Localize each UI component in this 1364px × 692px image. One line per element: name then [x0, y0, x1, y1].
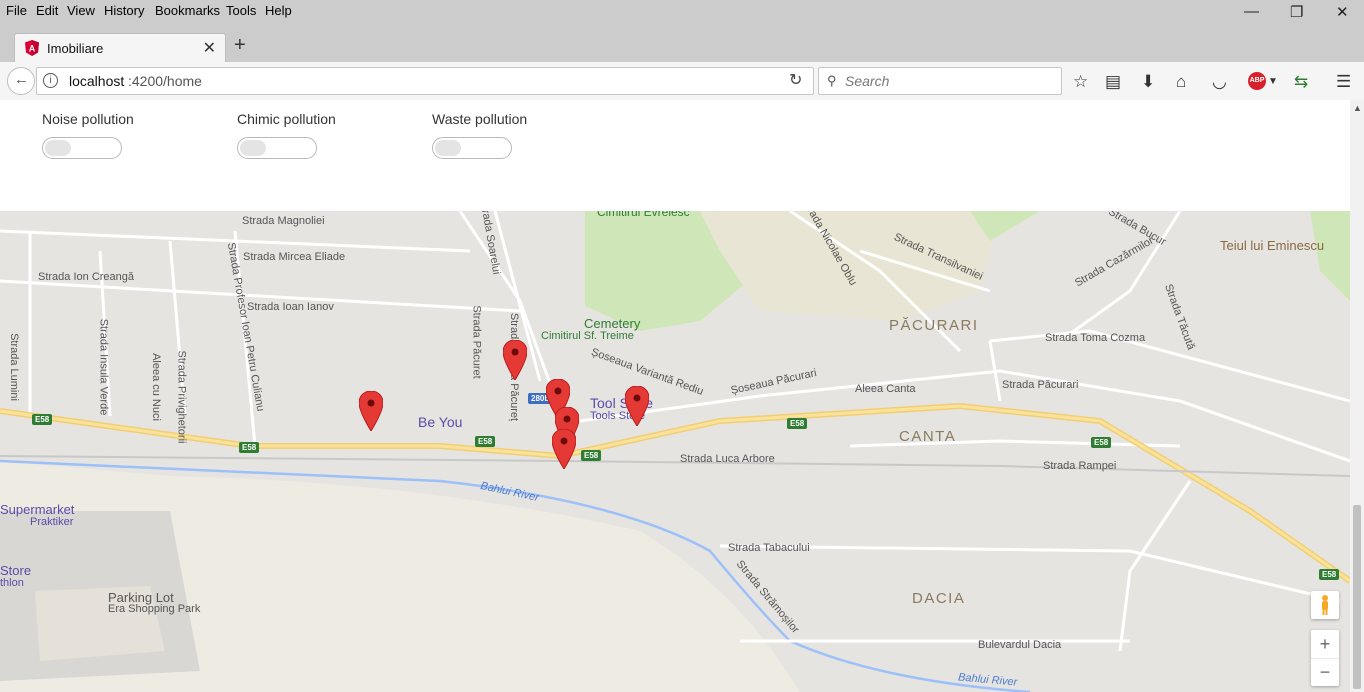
poi-decathlon: thlon	[0, 577, 24, 589]
chevron-down-icon[interactable]: ▼	[1268, 76, 1278, 87]
chimic-pollution-toggle[interactable]	[237, 137, 317, 159]
street-label: Strada Tabacului	[728, 542, 810, 554]
street-label: Strada Luca Arbore	[680, 453, 775, 465]
street-label: Strada Păcurari	[1002, 379, 1079, 391]
pocket-icon[interactable]: ◡	[1212, 72, 1227, 92]
district-pacurari: PĂCURARI	[889, 317, 979, 334]
road-badge: E58	[32, 414, 53, 425]
waste-pollution-toggle[interactable]	[432, 137, 512, 159]
poi-cemetery-sub: Cimitirul Sf. Treime	[541, 330, 634, 342]
poi-praktiker: Praktiker	[30, 516, 74, 528]
menu-file[interactable]: File	[6, 3, 27, 18]
poi-era-shopping-park: Era Shopping Park	[108, 603, 201, 615]
street-label: Strada Ioan Ianov	[247, 301, 334, 313]
url-host: localhost	[69, 73, 125, 89]
search-input[interactable]: Search	[845, 73, 889, 89]
info-icon[interactable]: i	[43, 73, 58, 88]
reload-icon[interactable]: ↻	[789, 70, 802, 90]
new-tab-button[interactable]: +	[234, 34, 246, 57]
page-scrollbar[interactable]: ▲	[1350, 100, 1364, 692]
url-bar[interactable]: i localhost :4200/home ↻	[36, 67, 814, 95]
zoom-control: + −	[1311, 630, 1339, 686]
menu-history[interactable]: History	[104, 3, 144, 18]
road-badge: E58	[239, 442, 260, 453]
download-icon[interactable]: ⬇	[1141, 72, 1155, 92]
tab-imobiliare[interactable]: A Imobiliare ✕	[14, 33, 226, 63]
map-marker[interactable]	[359, 391, 383, 431]
zoom-out-button[interactable]: −	[1311, 658, 1339, 686]
map[interactable]: Strada Magnoliei Strada Mircea Eliade St…	[0, 211, 1350, 692]
district-dacia: DACIA	[912, 590, 966, 607]
street-label: Aleea cu Nuci	[149, 353, 162, 421]
reading-list-icon[interactable]: ▤	[1105, 72, 1121, 92]
road-badge: E58	[1091, 437, 1112, 448]
menu-edit[interactable]: Edit	[36, 3, 58, 18]
street-label: Strada Ion Creangă	[38, 271, 135, 283]
street-label: Strada Toma Cozma	[1045, 332, 1146, 344]
poi-be-you[interactable]: Be You	[418, 414, 462, 430]
scroll-up-icon[interactable]: ▲	[1353, 103, 1362, 113]
tab-close-icon[interactable]: ✕	[203, 38, 216, 58]
map-base	[0, 211, 1350, 692]
poi-teiul-lui-eminescu[interactable]: Teiul lui Eminescu	[1220, 238, 1324, 253]
street-label: Strada Rampei	[1043, 460, 1117, 472]
zoom-in-button[interactable]: +	[1311, 630, 1339, 659]
street-label: Strada Păcuret	[470, 305, 483, 379]
road-badge: E58	[787, 418, 808, 429]
svg-text:A: A	[29, 44, 36, 54]
poi-cemetery-top[interactable]: Cimitirul Evreiesc	[597, 211, 690, 219]
restore-button[interactable]: ❐	[1290, 3, 1303, 21]
street-label: Strada Lumini	[7, 333, 20, 401]
street-label: Strada Mircea Eliade	[243, 251, 346, 263]
angular-icon: A	[25, 40, 39, 56]
map-marker[interactable]	[503, 340, 527, 380]
menu-tools[interactable]: Tools	[226, 3, 256, 18]
road-badge: E58	[581, 450, 602, 461]
chimic-pollution-label: Chimic pollution	[237, 111, 336, 127]
street-view-pegman[interactable]	[1311, 591, 1339, 619]
waste-pollution-label: Waste pollution	[432, 111, 528, 127]
menu-help[interactable]: Help	[265, 3, 292, 18]
menu-icon[interactable]: ☰	[1336, 72, 1351, 92]
adblock-icon[interactable]: ABP	[1248, 72, 1266, 90]
back-button[interactable]: ←	[7, 67, 35, 95]
map-marker[interactable]	[552, 429, 576, 469]
home-icon[interactable]: ⌂	[1176, 72, 1186, 92]
toggle-knob	[240, 140, 266, 156]
minimize-button[interactable]: —	[1244, 3, 1259, 20]
toggle-knob	[435, 140, 461, 156]
close-window-button[interactable]: ✕	[1336, 3, 1349, 21]
menu-bookmarks[interactable]: Bookmarks	[155, 3, 220, 18]
url-path: :4200/home	[128, 73, 202, 89]
menu-bar: File Edit View History Bookmarks Tools H…	[0, 0, 1364, 22]
bookmark-star-icon[interactable]: ☆	[1073, 72, 1088, 92]
poi-supermarket[interactable]: Supermarket	[0, 502, 74, 517]
road-badge: E58	[475, 436, 496, 447]
map-marker[interactable]	[625, 386, 649, 426]
noise-pollution-toggle[interactable]	[42, 137, 122, 159]
district-canta: CANTA	[899, 428, 957, 445]
street-label: Bulevardul Dacia	[978, 639, 1062, 651]
poi-store[interactable]: Store	[0, 563, 31, 578]
street-label: Aleea Canta	[855, 383, 916, 395]
tab-title: Imobiliare	[47, 41, 104, 56]
road-badge: E58	[1319, 569, 1340, 580]
pegman-icon	[1322, 595, 1328, 615]
menu-view[interactable]: View	[67, 3, 95, 18]
noise-pollution-label: Noise pollution	[42, 111, 134, 127]
street-label: Strada Privighetorii	[175, 350, 188, 444]
toggle-knob	[45, 140, 71, 156]
street-label: Strada Magnoliei	[242, 215, 325, 227]
search-icon: ⚲	[827, 73, 837, 88]
street-label: Strada Insula Verde	[97, 318, 110, 416]
search-bar[interactable]: ⚲ Search	[818, 67, 1062, 95]
poi-cemetery[interactable]: Cemetery	[584, 316, 640, 331]
scroll-thumb[interactable]	[1353, 505, 1361, 689]
back-arrow-icon: ←	[14, 71, 29, 88]
sync-icon[interactable]: ⇆	[1294, 72, 1308, 92]
